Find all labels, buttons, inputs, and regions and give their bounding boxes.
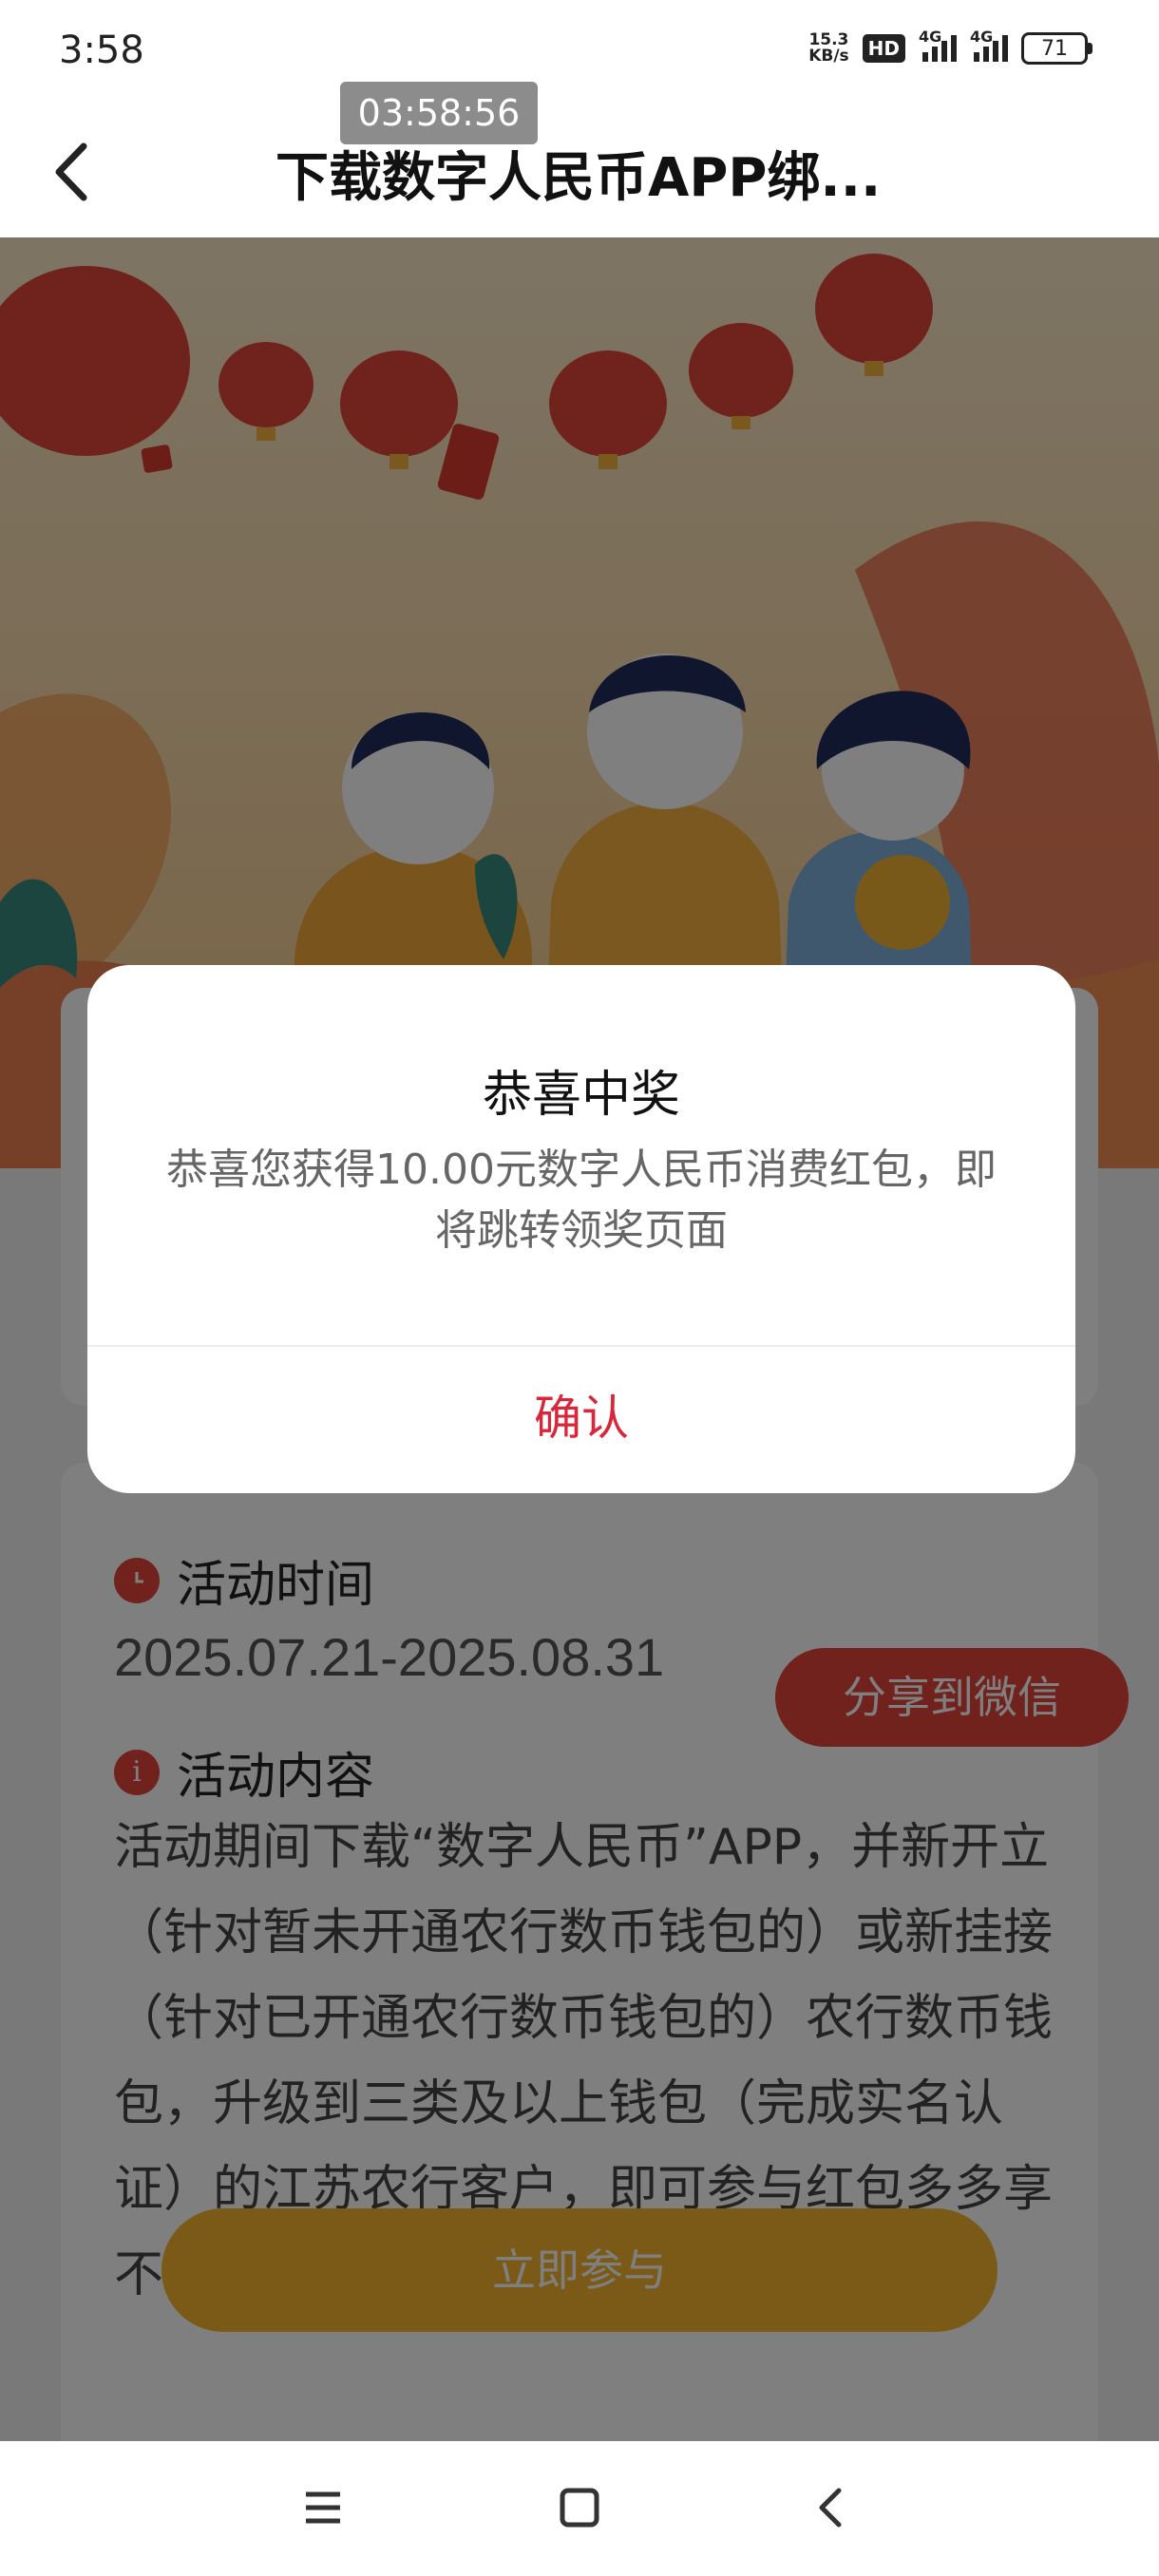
status-bar: 3:58 15.3 KB/s HD 4G 4G 71: [0, 0, 1159, 104]
battery-level: 71: [1021, 32, 1088, 65]
battery-icon: 71: [1021, 32, 1092, 65]
hd-voice-icon: HD: [862, 34, 905, 63]
home-icon[interactable]: [551, 2479, 608, 2536]
dialog-message: 恭喜您获得10.00元数字人民币消费红包，即将跳转领奖页面: [166, 1146, 997, 1255]
title-bar: 下载数字人民币APP绑...: [0, 104, 1159, 237]
system-nav-bar: [0, 2441, 1159, 2576]
status-icons: 15.3 KB/s HD 4G 4G 71: [808, 28, 1092, 65]
signal-label-2: 4G: [970, 28, 994, 46]
nav-back-icon[interactable]: [803, 2479, 860, 2536]
confirm-button[interactable]: 确认: [87, 1347, 1075, 1493]
network-speed: 15.3 KB/s: [808, 32, 848, 65]
menu-icon[interactable]: [294, 2479, 352, 2536]
dialog-title: 恭喜中奖: [482, 1067, 680, 1124]
page-title: 下载数字人民币APP绑...: [276, 147, 882, 209]
signal-label-1: 4G: [919, 28, 942, 46]
prize-dialog: 恭喜中奖 恭喜您获得10.00元数字人民币消费红包，即将跳转领奖页面 确认: [87, 965, 1075, 1493]
signal-icon-1: 4G: [919, 28, 957, 62]
network-speed-unit: KB/s: [808, 47, 849, 66]
signal-icon-2: 4G: [970, 28, 1008, 62]
back-arrow-icon[interactable]: [48, 139, 95, 205]
screen-record-timer: 03:58:56: [340, 82, 538, 144]
status-time: 3:58: [59, 28, 144, 72]
